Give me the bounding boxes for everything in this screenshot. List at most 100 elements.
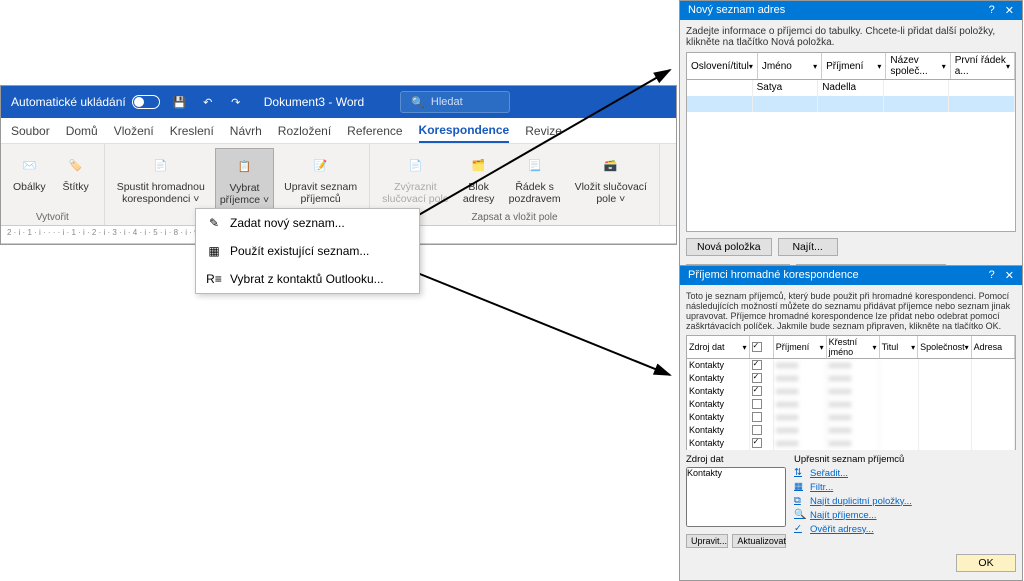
menu-choose-outlook-contacts[interactable]: R≡ Vybrat z kontaktů Outlooku... (196, 265, 419, 293)
help-icon[interactable]: ? (989, 269, 995, 282)
new-entry-button[interactable]: Nová položka (686, 238, 772, 256)
ok-button[interactable]: OK (956, 554, 1016, 572)
find-button[interactable]: Najít... (778, 238, 838, 256)
tab-vlozeni[interactable]: Vložení (114, 120, 154, 142)
tab-soubor[interactable]: Soubor (11, 120, 50, 142)
checkbox-icon[interactable] (752, 412, 762, 422)
tab-navrh[interactable]: Návrh (230, 120, 262, 142)
menu-type-new-list[interactable]: ✎ Zadat nový seznam... (196, 209, 419, 237)
tab-reference[interactable]: Reference (347, 120, 402, 142)
edit-button[interactable]: Upravit... (686, 534, 728, 548)
btn-insert-merge-field[interactable]: 🗃️Vložit slučovací pole ˅ (571, 148, 651, 210)
cell[interactable]: Satya (753, 80, 819, 96)
table-row[interactable]: Kontaktyxxxxxxxxxx (686, 398, 1016, 411)
btn-start-mailmerge[interactable]: 📄Spustit hromadnou korespondenci ˅ (113, 148, 209, 210)
cell (972, 385, 1015, 398)
cell-checkbox[interactable] (750, 398, 774, 411)
checkbox-icon[interactable] (752, 342, 762, 352)
col-header[interactable]: Příjmení▾ (774, 336, 827, 358)
col-header[interactable]: Jméno▾ (758, 53, 822, 79)
btn-address-block[interactable]: 🗂️Blok adresy (459, 148, 499, 210)
cell (972, 411, 1015, 424)
tab-revize[interactable]: Revize (525, 120, 562, 142)
col-header[interactable]: Příjmení▾ (822, 53, 886, 79)
cell-checkbox[interactable] (750, 411, 774, 424)
checkbox-icon[interactable] (752, 425, 762, 435)
link-find-duplicates[interactable]: ⧉Najít duplicitní položky... (794, 495, 1016, 507)
close-icon[interactable]: ✕ (1005, 269, 1014, 282)
chevron-down-icon: ▾ (1006, 62, 1010, 71)
cell[interactable] (949, 96, 1015, 112)
cell[interactable] (818, 96, 884, 112)
cell: Kontakty (687, 372, 750, 385)
cell[interactable] (884, 96, 950, 112)
btn-greeting-line[interactable]: 📃Řádek s pozdravem (505, 148, 565, 210)
col-header[interactable]: Název společ...▾ (886, 53, 950, 79)
cell[interactable] (687, 80, 753, 96)
help-icon[interactable]: ? (989, 4, 995, 17)
cell-checkbox[interactable] (750, 359, 774, 372)
checkbox-icon[interactable] (752, 373, 762, 383)
grid-row-selected[interactable] (686, 96, 1016, 112)
redo-icon[interactable]: ↷ (228, 94, 244, 110)
col-header[interactable] (750, 336, 774, 358)
link-sort[interactable]: ⇅Seřadit... (794, 467, 1016, 479)
checkbox-icon[interactable] (752, 386, 762, 396)
search-box[interactable]: 🔍 Hledat (400, 91, 510, 113)
cell: xxxxx (827, 372, 880, 385)
btn-highlight-fields[interactable]: 📄Zvýraznit slučovací pole (378, 148, 453, 210)
cell (972, 398, 1015, 411)
menu-use-existing-list[interactable]: ▦ Použít existující seznam... (196, 237, 419, 265)
col-header[interactable]: Titul▾ (880, 336, 919, 358)
menu-label: Použít existující seznam... (230, 244, 369, 258)
btn-edit-recipients[interactable]: 📝Upravit seznam příjemců (280, 148, 361, 210)
menu-label: Zadat nový seznam... (230, 216, 345, 230)
tab-domu[interactable]: Domů (66, 120, 98, 142)
table-row[interactable]: Kontaktyxxxxxxxxxx (686, 437, 1016, 450)
cell[interactable] (949, 80, 1015, 96)
link-validate-addresses[interactable]: ✓Ověřit adresy... (794, 523, 1016, 535)
cell-checkbox[interactable] (750, 424, 774, 437)
data-source-list[interactable] (686, 467, 786, 527)
tab-korespondence[interactable]: Korespondence (419, 119, 510, 143)
close-icon[interactable]: ✕ (1005, 4, 1014, 17)
table-row[interactable]: Kontaktyxxxxxxxxxx (686, 424, 1016, 437)
ribbon-tabs: Soubor Domů Vložení Kreslení Návrh Rozlo… (1, 118, 676, 144)
btn-stitky[interactable]: 🏷️Štítky (56, 148, 96, 210)
link-find-recipient[interactable]: 🔍Najít příjemce... (794, 509, 1016, 521)
save-icon[interactable]: 💾 (172, 94, 188, 110)
toggle-icon[interactable] (132, 95, 160, 109)
cell[interactable] (753, 96, 819, 112)
cell[interactable]: Nadella (818, 80, 884, 96)
cell[interactable] (884, 80, 950, 96)
tab-kresleni[interactable]: Kreslení (170, 120, 214, 142)
table-row[interactable]: Kontaktyxxxxxxxxxx (686, 359, 1016, 372)
cell-checkbox[interactable] (750, 385, 774, 398)
link-filter[interactable]: ▦Filtr... (794, 481, 1016, 493)
col-header[interactable]: Zdroj dat▾ (687, 336, 750, 358)
refresh-button[interactable]: Aktualizovat (732, 534, 786, 548)
table-row[interactable]: Kontaktyxxxxxxxxxx (686, 411, 1016, 424)
refine-label: Upřesnit seznam příjemců (794, 454, 1016, 465)
cell[interactable] (687, 96, 753, 112)
col-header[interactable]: Společnost▾ (918, 336, 972, 358)
cell (880, 424, 919, 437)
col-header[interactable]: Křestní jméno▾ (827, 336, 880, 358)
checkbox-icon[interactable] (752, 438, 762, 448)
table-row[interactable]: Kontaktyxxxxxxxxxx (686, 372, 1016, 385)
col-header[interactable]: První řádek a...▾ (951, 53, 1015, 79)
table-row[interactable]: Kontaktyxxxxxxxxxx (686, 385, 1016, 398)
grid-row[interactable]: Satya Nadella (686, 80, 1016, 96)
checkbox-icon[interactable] (752, 399, 762, 409)
undo-icon[interactable]: ↶ (200, 94, 216, 110)
cell (919, 398, 972, 411)
col-header[interactable]: Oslovení/titul▾ (687, 53, 758, 79)
btn-select-recipients[interactable]: 📋Vybrat příjemce ˅ (215, 148, 274, 210)
checkbox-icon[interactable] (752, 360, 762, 370)
cell-checkbox[interactable] (750, 372, 774, 385)
col-header[interactable]: Adresa (972, 336, 1015, 358)
cell-checkbox[interactable] (750, 437, 774, 450)
tab-rozlozeni[interactable]: Rozložení (278, 120, 331, 142)
autosave-toggle[interactable]: Automatické ukládání (11, 95, 160, 109)
btn-obalky[interactable]: ✉️Obálky (9, 148, 50, 210)
